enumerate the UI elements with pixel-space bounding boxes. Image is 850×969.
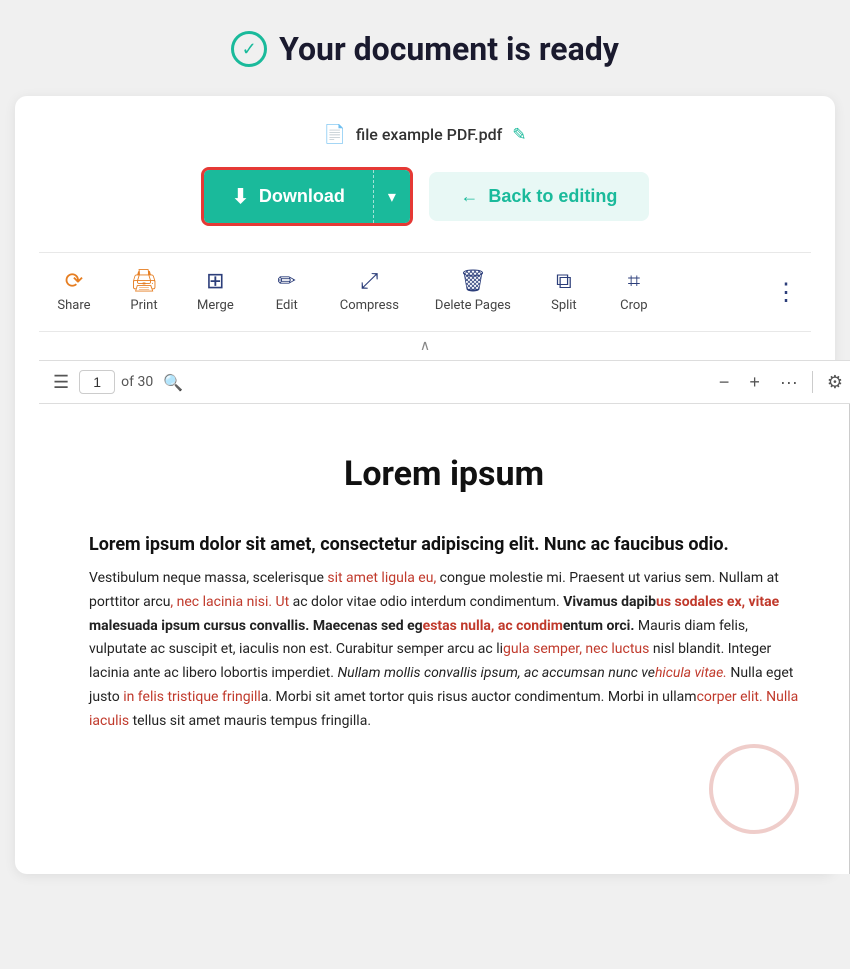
- download-btn-wrapper: ⬇ Download ▾: [201, 167, 413, 226]
- merge-icon: ⊞: [206, 271, 224, 293]
- hamburger-icon[interactable]: ☰: [49, 368, 73, 397]
- action-row: ⬇ Download ▾ ← Back to editing: [39, 167, 811, 226]
- pdf-content-area: Lorem ipsum Lorem ipsum dolor sit amet, …: [39, 404, 850, 874]
- file-name: file example PDF.pdf: [356, 125, 502, 144]
- zoom-out-button[interactable]: −: [713, 370, 736, 395]
- pdf-viewer-toolbar: ☰ of 30 🔍 − + ··· ⚙: [39, 360, 850, 404]
- back-to-editing-button[interactable]: ← Back to editing: [429, 172, 649, 221]
- download-arrow-icon: ⬇: [232, 184, 249, 209]
- main-card: 📄 file example PDF.pdf ✎ ⬇ Download ▾ ← …: [15, 96, 835, 874]
- check-icon: ✓: [231, 31, 267, 67]
- download-button[interactable]: ⬇ Download: [204, 170, 373, 223]
- search-icon[interactable]: 🔍: [159, 369, 187, 396]
- chevron-up-icon: ∧: [420, 338, 430, 354]
- page-wrapper: ✓ Your document is ready 📄 file example …: [0, 0, 850, 969]
- pdf-section-title: Lorem ipsum dolor sit amet, consectetur …: [89, 534, 799, 555]
- print-icon: 🖨: [130, 271, 158, 293]
- pdf-page-title: Lorem ipsum: [89, 454, 799, 494]
- delete-pages-icon: 🗑: [459, 271, 487, 293]
- collapse-row[interactable]: ∧: [39, 331, 811, 360]
- stamp: [709, 744, 799, 834]
- toolbar-item-crop[interactable]: ⌗ Crop: [599, 265, 669, 319]
- file-row: 📄 file example PDF.pdf ✎: [39, 124, 811, 145]
- toolbar-item-edit[interactable]: ✏ Edit: [252, 265, 322, 319]
- zoom-in-button[interactable]: +: [743, 370, 766, 395]
- toolbar-merge-label: Merge: [197, 298, 234, 313]
- toolbar-split-label: Split: [551, 298, 577, 313]
- toolbar-item-compress[interactable]: ⤢ Compress: [322, 265, 417, 319]
- header-title: ✓ Your document is ready: [231, 30, 619, 68]
- viewer-more-options-button[interactable]: ···: [774, 370, 804, 395]
- stamp-overlay: [89, 744, 799, 834]
- page-total: of 30: [121, 374, 153, 390]
- share-icon: ⟳: [65, 271, 83, 293]
- page-number-input[interactable]: [79, 370, 115, 394]
- compress-icon: ⤢: [361, 271, 379, 293]
- viewer-toolbar-left: ☰ of 30 🔍: [49, 368, 187, 397]
- download-dropdown-button[interactable]: ▾: [373, 170, 410, 223]
- toolbar-item-delete-pages[interactable]: 🗑 Delete Pages: [417, 265, 529, 319]
- toolbar-share-label: Share: [57, 298, 90, 313]
- toolbar-separator: [812, 371, 813, 393]
- toolbar-delete-pages-label: Delete Pages: [435, 298, 511, 313]
- toolbar-row: ⟳ Share 🖨 Print ⊞ Merge ✏ Edit ⤢ Compres…: [39, 252, 811, 331]
- back-to-editing-label: Back to editing: [488, 186, 617, 207]
- crop-icon: ⌗: [628, 271, 640, 293]
- more-options-icon: ⋮: [774, 278, 799, 306]
- download-label: Download: [259, 186, 345, 207]
- page-title: Your document is ready: [279, 30, 619, 68]
- settings-button[interactable]: ⚙: [821, 370, 849, 395]
- toolbar-edit-label: Edit: [276, 298, 298, 313]
- toolbar-compress-label: Compress: [340, 298, 399, 313]
- pdf-page: Lorem ipsum Lorem ipsum dolor sit amet, …: [39, 404, 849, 874]
- edit-icon: ✏: [278, 271, 296, 293]
- viewer-toolbar-right: − + ··· ⚙: [713, 370, 849, 395]
- toolbar-crop-label: Crop: [620, 298, 647, 313]
- toolbar-item-split[interactable]: ⧉ Split: [529, 265, 599, 319]
- pdf-body-text: Vestibulum neque massa, scelerisque sit …: [89, 567, 799, 734]
- pdf-file-icon: 📄: [323, 124, 345, 145]
- toolbar-item-share[interactable]: ⟳ Share: [39, 265, 109, 319]
- toolbar-item-merge[interactable]: ⊞ Merge: [179, 265, 252, 319]
- back-arrow-icon: ←: [460, 186, 478, 207]
- split-icon: ⧉: [556, 271, 572, 293]
- edit-file-icon[interactable]: ✎: [512, 125, 526, 145]
- toolbar-item-print[interactable]: 🖨 Print: [109, 265, 179, 319]
- chevron-down-icon: ▾: [388, 187, 396, 207]
- toolbar-print-label: Print: [130, 298, 157, 313]
- toolbar-more-button[interactable]: ⋮: [762, 272, 811, 312]
